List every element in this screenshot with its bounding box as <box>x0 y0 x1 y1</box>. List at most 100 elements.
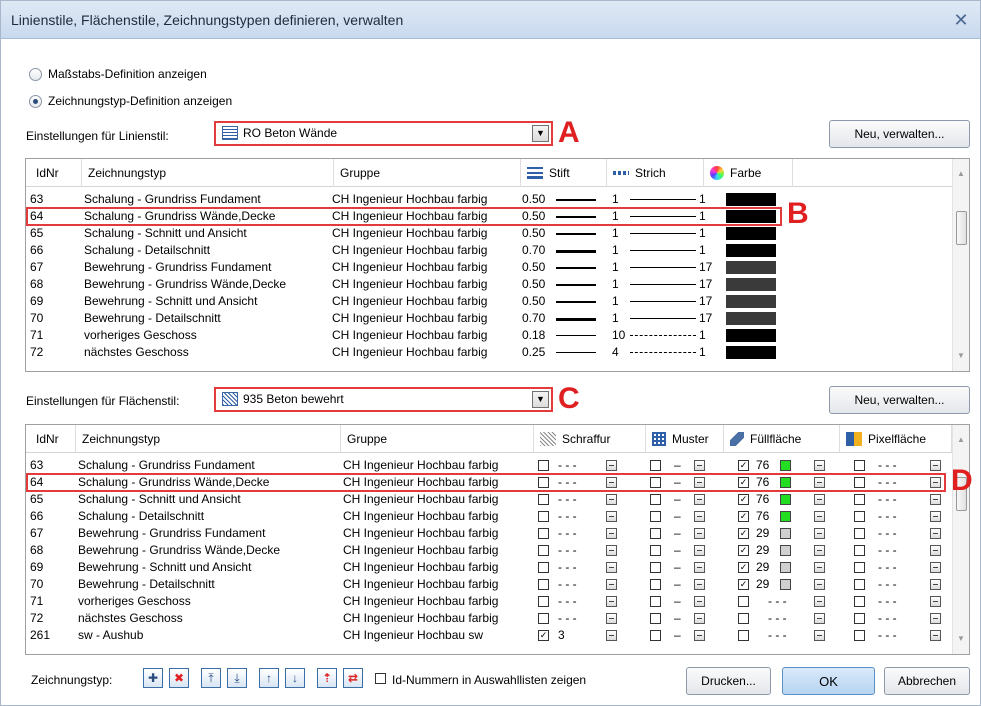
fill-picker-button[interactable] <box>814 460 825 471</box>
radio-drawingtype-definition[interactable]: Zeichnungstyp-Definition anzeigen <box>29 94 232 108</box>
scroll-up-icon[interactable]: ▲ <box>957 435 965 444</box>
column-header-pattern[interactable]: Muster <box>646 425 724 453</box>
hatch-picker-button[interactable] <box>606 460 617 471</box>
fill-checkbox[interactable]: ✓ <box>738 511 749 522</box>
fill-picker-button[interactable] <box>814 630 825 641</box>
area-table-scrollbar[interactable]: ▲ ▼ <box>952 425 969 654</box>
pixel-checkbox[interactable] <box>854 528 865 539</box>
area-style-manage-button[interactable]: Neu, verwalten... <box>829 386 970 414</box>
pattern-picker-button[interactable] <box>694 511 705 522</box>
pixel-picker-button[interactable] <box>930 579 941 590</box>
delete-icon[interactable]: ✖ <box>169 668 189 688</box>
pattern-picker-button[interactable] <box>694 460 705 471</box>
fill-picker-button[interactable] <box>814 511 825 522</box>
pattern-picker-button[interactable] <box>694 545 705 556</box>
table-row[interactable]: 71 vorheriges Geschoss CH Ingenieur Hochba… <box>26 327 952 344</box>
table-row[interactable]: 70 Bewehrung - Detailschnitt CH Ingenieur … <box>26 310 952 327</box>
pixel-picker-button[interactable] <box>930 562 941 573</box>
move-up-icon[interactable]: ↑ <box>259 668 279 688</box>
pixel-checkbox[interactable] <box>854 460 865 471</box>
column-header-hatch[interactable]: Schraffur <box>534 425 646 453</box>
pattern-checkbox[interactable] <box>650 579 661 590</box>
table-row[interactable]: 69 Bewehrung - Schnitt und Ansicht CH Inge… <box>26 293 952 310</box>
hatch-picker-button[interactable] <box>606 511 617 522</box>
fill-picker-button[interactable] <box>814 613 825 624</box>
cancel-button[interactable]: Abbrechen <box>884 667 970 695</box>
pixel-checkbox[interactable] <box>854 545 865 556</box>
hatch-checkbox[interactable] <box>538 494 549 505</box>
pixel-picker-button[interactable] <box>930 630 941 641</box>
table-row[interactable]: 72 nächstes Geschoss CH Ingenieur Hochbau … <box>26 610 952 627</box>
hatch-checkbox[interactable] <box>538 460 549 471</box>
pattern-checkbox[interactable] <box>650 511 661 522</box>
fill-checkbox[interactable] <box>738 630 749 641</box>
fill-checkbox[interactable]: ✓ <box>738 562 749 573</box>
table-row[interactable]: 69 Bewehrung - Schnitt und Ansicht CH Inge… <box>26 559 952 576</box>
swap-icon[interactable]: ⇄ <box>343 668 363 688</box>
fill-picker-button[interactable] <box>814 494 825 505</box>
fill-checkbox[interactable]: ✓ <box>738 579 749 590</box>
pixel-picker-button[interactable] <box>930 494 941 505</box>
pattern-picker-button[interactable] <box>694 630 705 641</box>
pattern-checkbox[interactable] <box>650 494 661 505</box>
hatch-checkbox[interactable] <box>538 562 549 573</box>
pattern-picker-button[interactable] <box>694 596 705 607</box>
import-icon[interactable]: ⇡ <box>317 668 337 688</box>
chevron-down-icon[interactable]: ▼ <box>532 391 549 408</box>
hatch-picker-button[interactable] <box>606 528 617 539</box>
hatch-picker-button[interactable] <box>606 579 617 590</box>
table-row[interactable]: 261 sw - Aushub CH Ingenieur Hochbau sw ✓ 3 –… <box>26 627 952 644</box>
table-row[interactable]: 63 Schalung - Grundriss Fundament CH Ingen… <box>26 457 952 474</box>
scroll-thumb[interactable] <box>956 211 967 245</box>
pixel-checkbox[interactable] <box>854 562 865 573</box>
hatch-picker-button[interactable] <box>606 596 617 607</box>
hatch-checkbox[interactable] <box>538 511 549 522</box>
column-header-type[interactable]: Zeichnungstyp <box>82 159 334 187</box>
hatch-picker-button[interactable] <box>606 613 617 624</box>
pixel-picker-button[interactable] <box>930 545 941 556</box>
column-header-type[interactable]: Zeichnungstyp <box>76 425 341 453</box>
add-icon[interactable]: ✚ <box>143 668 163 688</box>
pattern-picker-button[interactable] <box>694 579 705 590</box>
pattern-checkbox[interactable] <box>650 613 661 624</box>
table-row[interactable]: 68 Bewehrung - Grundriss Wände,Decke CH In… <box>26 542 952 559</box>
column-header-group[interactable]: Gruppe <box>334 159 521 187</box>
fill-checkbox[interactable] <box>738 596 749 607</box>
pixel-checkbox[interactable] <box>854 579 865 590</box>
scroll-up-icon[interactable]: ▲ <box>957 169 965 178</box>
hatch-picker-button[interactable] <box>606 630 617 641</box>
table-row[interactable]: 65 Schalung - Schnitt und Ansicht CH Ingen… <box>26 225 952 242</box>
fill-picker-button[interactable] <box>814 596 825 607</box>
scroll-down-icon[interactable]: ▼ <box>957 351 965 360</box>
hatch-checkbox[interactable]: ✓ <box>538 630 549 641</box>
pixel-checkbox[interactable] <box>854 613 865 624</box>
fill-picker-button[interactable] <box>814 545 825 556</box>
fill-checkbox[interactable]: ✓ <box>738 460 749 471</box>
radio-button[interactable] <box>29 67 42 81</box>
column-header-pen[interactable]: Stift <box>521 159 607 187</box>
table-row[interactable]: 66 Schalung - Detailschnitt CH Ingenieur H… <box>26 508 952 525</box>
pattern-checkbox[interactable] <box>650 596 661 607</box>
table-row[interactable]: 65 Schalung - Schnitt und Ansicht CH Ingen… <box>26 491 952 508</box>
pixel-checkbox[interactable] <box>854 494 865 505</box>
table-row[interactable]: 71 vorheriges Geschoss CH Ingenieur Hochba… <box>26 593 952 610</box>
table-row[interactable]: 68 Bewehrung - Grundriss Wände,Decke CH In… <box>26 276 952 293</box>
fill-checkbox[interactable]: ✓ <box>738 494 749 505</box>
radio-scale-definition[interactable]: Maßstabs-Definition anzeigen <box>29 67 207 81</box>
column-header-pixel[interactable]: Pixelfläche <box>840 425 952 453</box>
line-style-manage-button[interactable]: Neu, verwalten... <box>829 120 970 148</box>
line-table-scrollbar[interactable]: ▲ ▼ <box>952 159 969 371</box>
pattern-picker-button[interactable] <box>694 494 705 505</box>
move-to-top-icon[interactable]: ⤒ <box>201 668 221 688</box>
pixel-picker-button[interactable] <box>930 460 941 471</box>
pattern-checkbox[interactable] <box>650 545 661 556</box>
table-row[interactable]: 72 nächstes Geschoss CH Ingenieur Hochbau … <box>26 344 952 361</box>
pixel-checkbox[interactable] <box>854 511 865 522</box>
fill-picker-button[interactable] <box>814 579 825 590</box>
line-style-combobox[interactable]: RO Beton Wände ▼ <box>214 121 553 146</box>
pixel-picker-button[interactable] <box>930 596 941 607</box>
pattern-checkbox[interactable] <box>650 562 661 573</box>
column-header-group[interactable]: Gruppe <box>341 425 534 453</box>
pixel-picker-button[interactable] <box>930 511 941 522</box>
hatch-checkbox[interactable] <box>538 596 549 607</box>
